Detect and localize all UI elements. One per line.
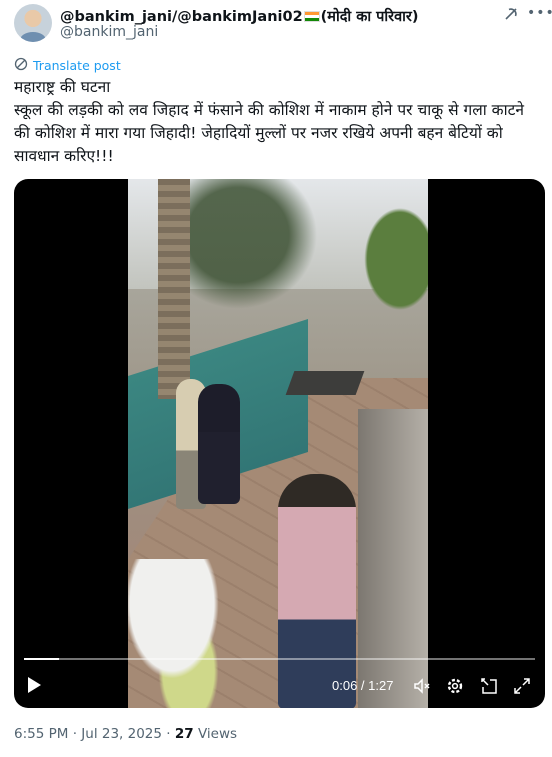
- grok-icon[interactable]: [503, 6, 519, 22]
- author-name-part: @bankim_jani/@bankimJani02: [60, 9, 303, 25]
- video-progress-bar[interactable]: [24, 658, 535, 660]
- video-scene-tree: [358, 199, 428, 319]
- post-text: महाराष्ट्र की घटना स्कूल की लड़की को लव …: [14, 78, 525, 165]
- video-frame[interactable]: [128, 179, 428, 708]
- translate-post-link[interactable]: Translate post: [14, 57, 121, 74]
- video-player[interactable]: 0:06 / 1:27: [14, 179, 545, 708]
- india-flag-icon: [303, 11, 320, 22]
- settings-gear-icon[interactable]: [445, 676, 465, 696]
- video-controls: 0:06 / 1:27: [14, 668, 545, 708]
- translate-label: Translate post: [33, 58, 121, 73]
- meta-separator: ·: [161, 726, 175, 742]
- views-label: Views: [193, 726, 238, 742]
- picture-in-picture-icon[interactable]: [479, 676, 499, 696]
- video-scene-wall: [358, 409, 428, 708]
- post-date[interactable]: Jul 23, 2025: [81, 726, 162, 742]
- video-scene-palm-trunk: [158, 179, 190, 399]
- play-icon[interactable]: [28, 677, 41, 693]
- post-time[interactable]: 6:55 PM: [14, 726, 68, 742]
- video-current-time: 0:06: [332, 678, 358, 693]
- meta-separator: ·: [68, 726, 82, 742]
- video-scene-palm-leaves: [178, 179, 328, 319]
- author-handle[interactable]: @bankim_jani: [60, 24, 158, 40]
- fullscreen-icon[interactable]: [512, 676, 532, 696]
- post-meta: 6:55 PM · Jul 23, 2025 · 27 Views: [14, 726, 237, 742]
- video-scene-table: [285, 371, 365, 395]
- author-avatar[interactable]: [14, 4, 52, 42]
- more-icon[interactable]: •••: [527, 6, 552, 20]
- author-name-suffix: (मोदी का परिवार): [320, 9, 419, 25]
- author-display-name[interactable]: @bankim_jani/@bankimJani02 (मोदी का परिवा…: [60, 6, 418, 26]
- video-time-separator: /: [357, 678, 369, 693]
- video-scene-girl: [198, 384, 240, 504]
- video-duration: 1:27: [368, 678, 394, 693]
- video-time: 0:06 / 1:27: [332, 678, 393, 693]
- volume-mute-icon[interactable]: [412, 676, 432, 696]
- globe-icon: [14, 57, 28, 74]
- views-count: 27: [174, 726, 194, 742]
